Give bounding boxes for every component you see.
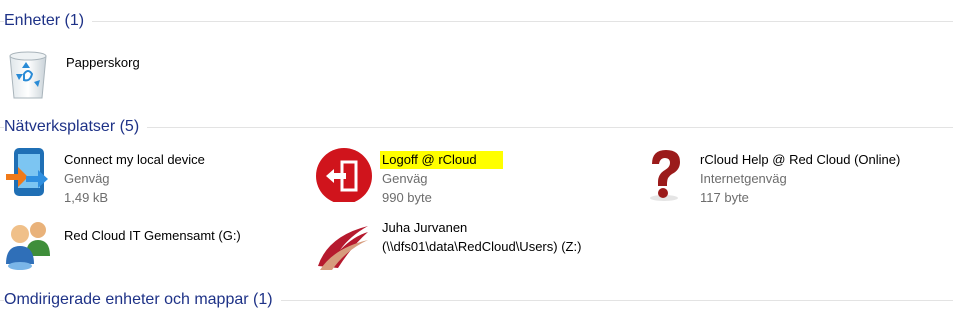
item-name: rCloud Help @ Red Cloud (Online) — [700, 152, 901, 167]
item-path: (\\dfs01\data\RedCloud\Users) (Z:) — [382, 239, 582, 254]
logoff-icon — [316, 148, 372, 202]
group-title-network: Nätverksplatser (5) — [4, 116, 148, 138]
network-users-icon — [6, 222, 50, 270]
item-name: Connect my local device — [64, 152, 205, 167]
item-type: Genväg — [64, 171, 110, 186]
item-name: Juha Jurvanen — [382, 220, 468, 235]
group-divider — [0, 21, 953, 22]
item-size: 1,49 kB — [64, 190, 109, 205]
item-type: Genväg — [382, 171, 428, 186]
item-name: Red Cloud IT Gemensamt (G:) — [64, 228, 241, 243]
item-recycle-bin[interactable]: Papperskorg — [6, 46, 266, 102]
item-red-cloud-it-gemensamt[interactable]: Red Cloud IT Gemensamt (G:) — [4, 216, 304, 272]
question-mark-icon — [650, 150, 680, 201]
item-rcloud-help[interactable]: rCloud Help @ Red Cloud (Online) Interne… — [640, 146, 950, 205]
recycle-bin-icon — [9, 51, 47, 99]
item-name: Papperskorg — [66, 55, 140, 70]
connect-device-icon — [6, 148, 48, 196]
group-header-network[interactable]: Nätverksplatser (5) — [0, 116, 957, 140]
group-header-redirected[interactable]: Omdirigerade enheter och mappar (1) — [0, 289, 957, 313]
item-connect-local-device[interactable]: Connect my local device Genväg 1,49 kB — [4, 146, 304, 205]
item-name: Logoff @ rCloud — [380, 151, 503, 169]
group-title-devices: Enheter (1) — [4, 10, 93, 32]
item-size: 990 byte — [382, 190, 432, 205]
item-juha-jurvanen[interactable]: Juha Jurvanen (\\dfs01\data\RedCloud\Use… — [316, 216, 636, 272]
feather-folder-icon — [318, 226, 368, 270]
item-type: Internetgenväg — [700, 171, 787, 186]
item-size: 117 byte — [700, 190, 749, 205]
group-header-devices[interactable]: Enheter (1) — [0, 10, 957, 34]
item-logoff-rcloud[interactable]: Logoff @ rCloud Genväg 990 byte — [316, 146, 616, 205]
group-title-redirected: Omdirigerade enheter och mappar (1) — [4, 289, 281, 311]
